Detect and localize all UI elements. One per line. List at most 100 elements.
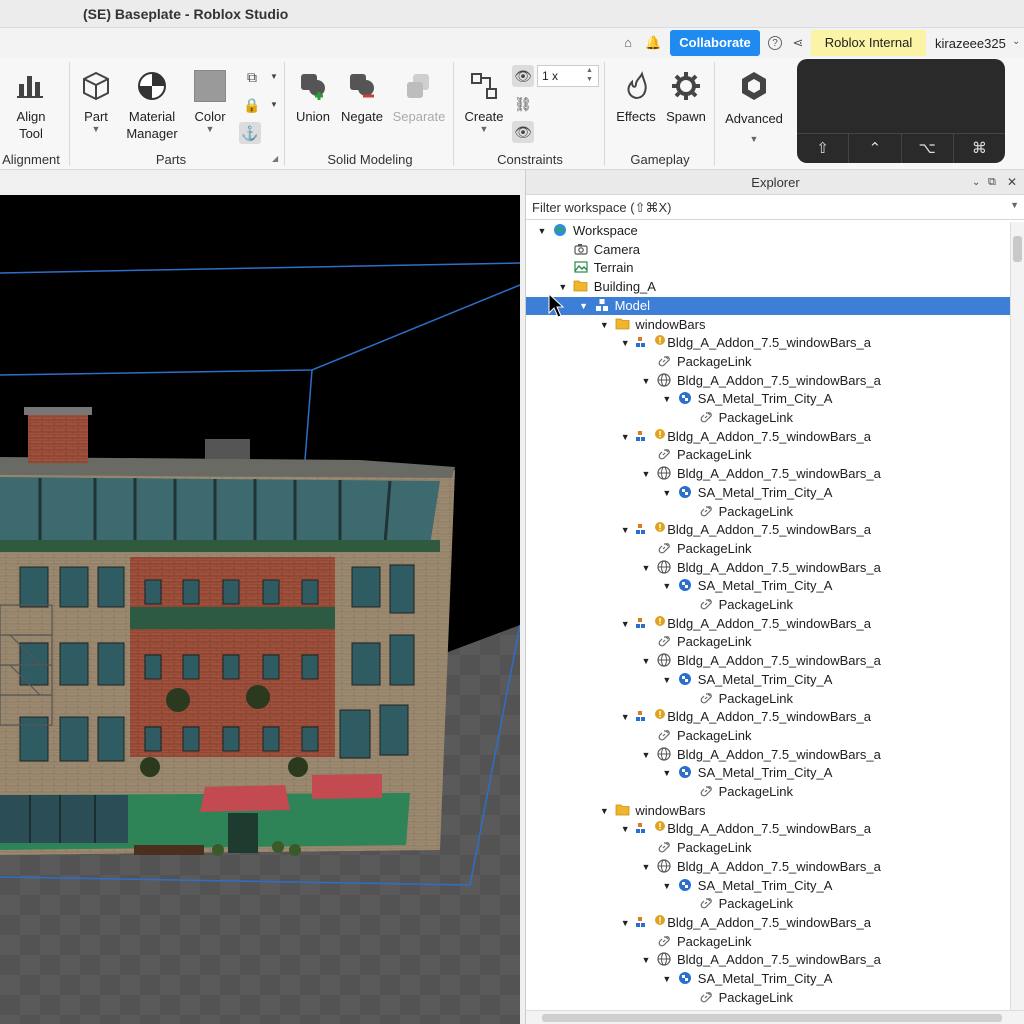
tree-item[interactable]: PackageLink: [526, 353, 1011, 372]
expand-arrow-icon[interactable]: ▼: [661, 577, 673, 596]
tree-item[interactable]: ▼ Bldg_A_Addon_7.5_windowBars_a: [526, 559, 1011, 578]
tree-item[interactable]: PackageLink: [526, 783, 1011, 802]
chevron-down-icon[interactable]: ▼: [1010, 200, 1019, 210]
tree-item[interactable]: ▼ Bldg_A_Addon_7.5_windowBars_a: [526, 652, 1011, 671]
expand-arrow-icon[interactable]: ▼: [536, 222, 548, 241]
expand-arrow-icon[interactable]: ▼: [619, 708, 631, 727]
expand-arrow-icon[interactable]: ▼: [619, 820, 631, 839]
expand-arrow-icon[interactable]: ▼: [661, 764, 673, 783]
expand-arrow-icon[interactable]: ▼: [619, 521, 631, 540]
tree-item[interactable]: ▼ Bldg_A_Addon_7.5_windowBars_a: [526, 521, 1011, 540]
command-key-icon[interactable]: ⌘: [952, 134, 1005, 163]
expand-arrow-icon[interactable]: ▼: [640, 951, 652, 970]
negate-button[interactable]: Negate: [340, 70, 384, 124]
chevron-down-icon[interactable]: ⌄: [972, 170, 980, 195]
expand-arrow-icon[interactable]: ▼: [640, 858, 652, 877]
spawn-button[interactable]: Spawn: [664, 70, 708, 124]
tree-item[interactable]: ▼ SA_Metal_Trim_City_A: [526, 577, 1011, 596]
tree-item[interactable]: ▼ SA_Metal_Trim_City_A: [526, 390, 1011, 409]
chevron-down-icon[interactable]: ▼: [462, 124, 506, 134]
tree-item[interactable]: PackageLink: [526, 446, 1011, 465]
notification-bell-icon[interactable]: 🔔: [645, 35, 661, 51]
tree-item[interactable]: ▼ Bldg_A_Addon_7.5_windowBars_a: [526, 334, 1011, 353]
tree-item[interactable]: ▼ Model: [526, 296, 1011, 316]
constraint-visibility-icon[interactable]: 👁: [512, 65, 534, 87]
tree-item[interactable]: ▼ SA_Metal_Trim_City_A: [526, 764, 1011, 783]
scrollbar-thumb[interactable]: [542, 1014, 1002, 1022]
tree-item[interactable]: ▼ Bldg_A_Addon_7.5_windowBars_a: [526, 914, 1011, 933]
expand-arrow-icon[interactable]: ▼: [661, 671, 673, 690]
stepper-arrows-icon[interactable]: ▲ ▼: [586, 66, 593, 84]
lock-icon[interactable]: 🔒: [241, 94, 263, 116]
username[interactable]: kirazeee325: [935, 36, 1006, 51]
horizontal-scrollbar[interactable]: [526, 1010, 1024, 1024]
advanced-button[interactable]: Advanced ▼: [722, 70, 786, 144]
joints-icon[interactable]: ⛓: [512, 93, 534, 115]
anchor-icon[interactable]: ⚓: [239, 122, 261, 144]
expand-arrow-icon[interactable]: ▼: [661, 970, 673, 989]
tree-item[interactable]: ▼ Bldg_A_Addon_7.5_windowBars_a: [526, 465, 1011, 484]
chevron-down-icon[interactable]: ▼: [263, 94, 285, 116]
vertical-scrollbar[interactable]: [1010, 222, 1024, 1012]
expand-arrow-icon[interactable]: ▼: [640, 465, 652, 484]
tree-item[interactable]: PackageLink: [526, 409, 1011, 428]
expand-arrow-icon[interactable]: ▼: [640, 746, 652, 765]
chevron-down-icon[interactable]: ▼: [76, 124, 116, 134]
option-key-icon[interactable]: ⌥: [900, 134, 953, 163]
tree-item[interactable]: PackageLink: [526, 540, 1011, 559]
tree-item[interactable]: ▼ SA_Metal_Trim_City_A: [526, 970, 1011, 989]
joint-visibility-icon[interactable]: 👁: [512, 121, 534, 143]
tree-item[interactable]: PackageLink: [526, 933, 1011, 952]
material-manager-button[interactable]: Material Manager: [122, 70, 182, 142]
tree-item[interactable]: ▼ Bldg_A_Addon_7.5_windowBars_a: [526, 708, 1011, 727]
expand-arrow-icon[interactable]: ▼: [661, 877, 673, 896]
part-button[interactable]: Part ▼: [76, 70, 116, 134]
chevron-down-icon[interactable]: ▼: [190, 124, 230, 134]
tree-item[interactable]: ▼ Building_A: [526, 278, 1011, 297]
create-button[interactable]: Create ▼: [462, 70, 506, 134]
3d-viewport[interactable]: [0, 195, 520, 1024]
tree-item[interactable]: ▼ Bldg_A_Addon_7.5_windowBars_a: [526, 858, 1011, 877]
tree-item[interactable]: PackageLink: [526, 503, 1011, 522]
tree-item[interactable]: PackageLink: [526, 596, 1011, 615]
tree-item[interactable]: ▼ SA_Metal_Trim_City_A: [526, 877, 1011, 896]
expand-arrow-icon[interactable]: ▼: [640, 372, 652, 391]
expand-arrow-icon[interactable]: ▼: [619, 428, 631, 447]
effects-button[interactable]: Effects: [612, 70, 660, 124]
tree-item[interactable]: PackageLink: [526, 690, 1011, 709]
tree-item[interactable]: ▼ Bldg_A_Addon_7.5_windowBars_a: [526, 428, 1011, 447]
tree-item[interactable]: PackageLink: [526, 633, 1011, 652]
chevron-down-icon[interactable]: ⌄: [1012, 36, 1020, 47]
tree-item[interactable]: PackageLink: [526, 895, 1011, 914]
expand-arrow-icon[interactable]: ▼: [640, 559, 652, 578]
expand-arrow-icon[interactable]: ▼: [661, 390, 673, 409]
tree-item[interactable]: ▼ SA_Metal_Trim_City_A: [526, 671, 1011, 690]
align-tool-button[interactable]: Align Tool: [6, 70, 56, 142]
tree-item[interactable]: ▼ Bldg_A_Addon_7.5_windowBars_a: [526, 820, 1011, 839]
tree-item[interactable]: PackageLink: [526, 839, 1011, 858]
expand-arrow-icon[interactable]: ▼: [598, 802, 610, 821]
share-icon[interactable]: ⋖: [790, 35, 806, 51]
expand-arrow-icon[interactable]: ▼: [640, 652, 652, 671]
expand-arrow-icon[interactable]: ▼: [598, 316, 610, 335]
tree-item[interactable]: ▼ Bldg_A_Addon_7.5_windowBars_a: [526, 746, 1011, 765]
tree-item[interactable]: ▼ Bldg_A_Addon_7.5_windowBars_a: [526, 372, 1011, 391]
tree-item[interactable]: ▼ Bldg_A_Addon_7.5_windowBars_a: [526, 951, 1011, 970]
tree-item[interactable]: ▼ Workspace: [526, 222, 1011, 241]
tree-item[interactable]: ▼ SA_Metal_Trim_City_A: [526, 484, 1011, 503]
filter-workspace-input[interactable]: Filter workspace (⇧⌘X) ▼: [526, 195, 1024, 220]
chevron-down-icon[interactable]: ▼: [722, 134, 786, 144]
tree-item[interactable]: ▼ Bldg_A_Addon_7.5_windowBars_a: [526, 615, 1011, 634]
separate-button[interactable]: Separate: [392, 70, 446, 124]
control-key-icon[interactable]: ⌃: [848, 134, 900, 163]
home-icon[interactable]: ⌂: [620, 35, 636, 51]
tree-item[interactable]: ▼ windowBars: [526, 802, 1011, 821]
close-icon[interactable]: ✕: [1007, 170, 1017, 195]
scrollbar-thumb[interactable]: [1013, 236, 1022, 262]
expand-arrow-icon[interactable]: ▼: [619, 334, 631, 353]
union-button[interactable]: Union: [292, 70, 334, 124]
expand-arrow-icon[interactable]: ▼: [578, 297, 590, 316]
expand-arrow-icon[interactable]: ▼: [661, 484, 673, 503]
tree-item[interactable]: Terrain: [526, 259, 1011, 278]
tree-item[interactable]: PackageLink: [526, 989, 1011, 1008]
